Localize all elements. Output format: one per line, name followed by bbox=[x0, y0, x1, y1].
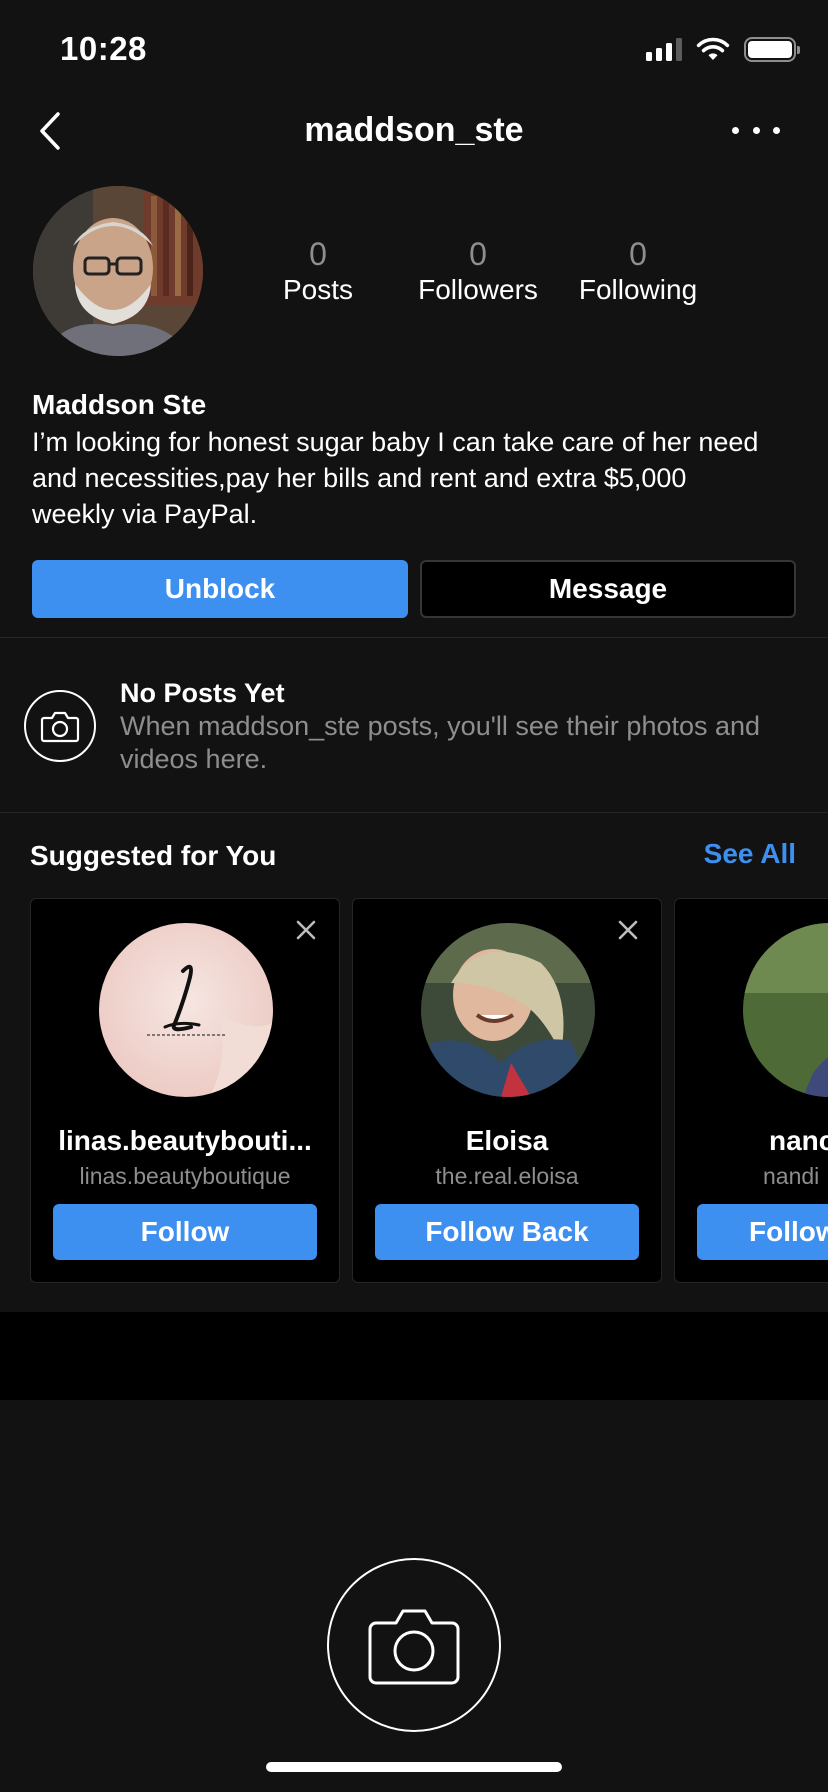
more-options-button[interactable] bbox=[732, 115, 780, 145]
stat-followers-label: Followers bbox=[418, 274, 538, 305]
message-button[interactable]: Message bbox=[420, 560, 796, 618]
dismiss-button[interactable] bbox=[291, 915, 321, 945]
follow-button[interactable]: Follow bbox=[697, 1204, 828, 1260]
more-horizontal-icon bbox=[732, 126, 739, 134]
status-time: 10:28 bbox=[60, 30, 147, 67]
home-indicator[interactable] bbox=[266, 1762, 562, 1772]
no-posts-title: No Posts Yet bbox=[120, 678, 285, 708]
empty-posts-camera bbox=[327, 1558, 501, 1732]
stat-posts-label: Posts bbox=[282, 274, 354, 305]
suggestion-handle: linas.beautyboutique bbox=[79, 1163, 291, 1189]
dismiss-button[interactable] bbox=[613, 915, 643, 945]
stat-followers-count: 0 bbox=[469, 236, 487, 272]
follow-back-button[interactable]: Follow Back bbox=[375, 1204, 639, 1260]
cellular-signal-icon bbox=[646, 37, 682, 61]
follow-button[interactable]: Follow bbox=[53, 1204, 317, 1260]
close-icon bbox=[618, 920, 638, 940]
stat-posts-count: 0 bbox=[309, 236, 327, 272]
wifi-icon bbox=[696, 37, 730, 60]
suggestion-name[interactable]: Eloisa bbox=[365, 1125, 649, 1157]
see-all-link[interactable]: See All bbox=[704, 838, 796, 870]
suggestion-name[interactable]: nanc bbox=[769, 1125, 828, 1157]
suggestion-avatar[interactable] bbox=[99, 923, 273, 1097]
stat-following[interactable]: 0 Following bbox=[568, 236, 708, 308]
suggestion-handle: the.real.eloisa bbox=[435, 1163, 579, 1189]
camera-icon bbox=[368, 1609, 460, 1685]
stat-following-count: 0 bbox=[629, 236, 647, 272]
separator-band bbox=[0, 1312, 828, 1400]
no-posts-camera bbox=[24, 690, 96, 762]
suggestion-card[interactable]: Eloisa the.real.eloisa Follow Back bbox=[352, 898, 662, 1283]
status-icons bbox=[646, 36, 800, 62]
profile-bio: I’m looking for honest sugar baby I can … bbox=[32, 427, 759, 529]
unblock-button[interactable]: Unblock bbox=[32, 560, 408, 618]
status-bar: 10:28 bbox=[0, 0, 828, 100]
page-title: maddson_ste bbox=[304, 111, 524, 149]
stat-following-label: Following bbox=[578, 274, 698, 305]
battery-icon bbox=[744, 36, 800, 62]
profile-full-name: Maddson Ste bbox=[32, 389, 207, 420]
suggestion-handle: nandi bbox=[763, 1163, 820, 1189]
suggestion-card[interactable]: nanc nandi Follow bbox=[674, 898, 828, 1283]
profile-screen: 10:28 maddson_ste 0 Posts 0 Followers 0 … bbox=[0, 0, 828, 1792]
stat-posts[interactable]: 0 Posts bbox=[248, 236, 388, 308]
camera-icon bbox=[40, 711, 80, 743]
divider bbox=[0, 812, 828, 813]
divider bbox=[0, 637, 828, 638]
profile-avatar[interactable] bbox=[33, 186, 203, 356]
suggestion-name[interactable]: linas.beautybouti... bbox=[43, 1125, 327, 1157]
stat-followers[interactable]: 0 Followers bbox=[408, 236, 548, 308]
suggestion-avatar[interactable] bbox=[421, 923, 595, 1097]
suggested-title: Suggested for You bbox=[30, 840, 277, 871]
close-icon bbox=[296, 920, 316, 940]
suggestion-avatar[interactable] bbox=[743, 923, 828, 1097]
no-posts-subtitle: When maddson_ste posts, you'll see their… bbox=[120, 711, 761, 774]
profile-header: maddson_ste bbox=[0, 95, 828, 165]
suggestion-card[interactable]: linas.beautybouti... linas.beautyboutiqu… bbox=[30, 898, 340, 1283]
